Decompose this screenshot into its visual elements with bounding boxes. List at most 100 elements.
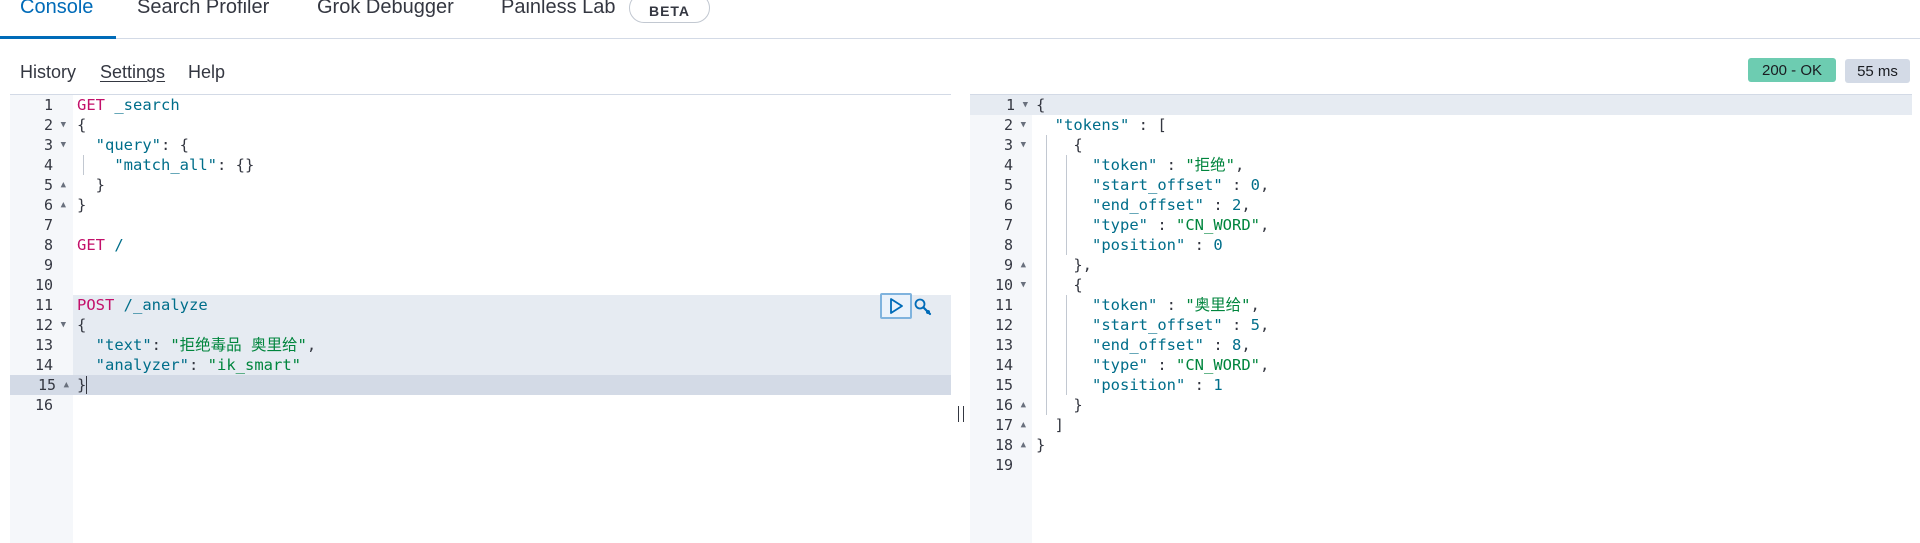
json-punctuation: :: [1157, 296, 1186, 314]
json-key: "end_offset": [1092, 336, 1204, 354]
line-number: 19: [994, 456, 1013, 474]
menu-history[interactable]: History: [20, 62, 76, 83]
json-key: "type": [1092, 356, 1148, 374]
json-key: "token": [1092, 296, 1158, 314]
line-number: 3: [43, 136, 53, 154]
json-key: "end_offset": [1092, 196, 1204, 214]
http-method: GET: [77, 236, 105, 254]
line-number: 5: [43, 176, 53, 194]
fold-close-icon[interactable]: ▲: [1021, 415, 1026, 435]
line-number: 2: [43, 116, 53, 134]
fold-open-icon[interactable]: ▼: [1021, 275, 1026, 295]
fold-open-icon[interactable]: ▼: [61, 135, 66, 155]
line-number: 4: [43, 156, 53, 174]
json-string: "拒绝毒品 奥里给": [170, 336, 307, 354]
json-number: 0: [1250, 176, 1260, 194]
json-punctuation: :: [1157, 156, 1186, 174]
line-number: 12: [994, 316, 1013, 334]
json-punctuation: ,: [1241, 196, 1251, 214]
json-number: 0: [1213, 236, 1223, 254]
line-number: 6: [43, 196, 53, 214]
line-number: 13: [994, 336, 1013, 354]
response-time-badge: 55 ms: [1845, 59, 1910, 83]
fold-open-icon[interactable]: ▼: [1021, 115, 1026, 135]
line-number: 3: [1003, 136, 1013, 154]
json-string: "ik_smart": [207, 356, 301, 374]
json-punctuation: ,: [1260, 176, 1270, 194]
json-punctuation: : {}: [216, 156, 255, 174]
fold-close-icon[interactable]: ▲: [61, 175, 66, 195]
json-punctuation: ,: [1260, 316, 1270, 334]
line-number: 12: [34, 316, 53, 334]
active-tab-underline: [0, 36, 116, 39]
request-code-area[interactable]: GET _search { "query": { "match_all": {}…: [73, 95, 951, 543]
json-key: "start_offset": [1092, 316, 1223, 334]
json-punctuation: :: [1203, 336, 1232, 354]
brace: }: [1036, 436, 1046, 454]
json-number: 8: [1231, 336, 1242, 354]
top-tabs: Console Search Profiler Grok Debugger Pa…: [0, 0, 1920, 39]
response-viewer[interactable]: 1 ▼ 2 ▼ 3 ▼ 4 5 6 7 8 9 ▲ 10 ▼ 11 12 13 14 15…: [970, 94, 1912, 543]
bracket: ]: [1054, 416, 1065, 434]
line-number: 16: [34, 396, 53, 414]
brace: }: [1073, 396, 1083, 414]
json-punctuation: :: [1185, 236, 1214, 254]
request-path: _search: [114, 96, 180, 114]
tab-painless-lab[interactable]: Painless Lab: [501, 0, 616, 19]
send-request-button[interactable]: [880, 293, 912, 319]
brace: {: [77, 316, 87, 334]
request-editor[interactable]: 1 2 ▼ 3 ▼ 4 5 ▲ 6 ▲ 7 8 9 10 11 12 ▼ 13 14 15…: [10, 94, 951, 543]
http-method: GET: [77, 96, 105, 114]
menu-help[interactable]: Help: [188, 62, 225, 83]
line-number: 7: [43, 216, 53, 234]
fold-open-icon[interactable]: ▼: [61, 315, 66, 335]
tab-grok-debugger[interactable]: Grok Debugger: [317, 0, 454, 19]
brace: {: [1073, 276, 1083, 294]
line-number: 2: [1003, 116, 1013, 134]
line-number: 18: [994, 436, 1013, 454]
line-number: 4: [1003, 156, 1013, 174]
json-key: "position": [1092, 376, 1186, 394]
brace: {: [1073, 136, 1083, 154]
play-icon: [890, 298, 903, 314]
json-string: "奥里给": [1185, 296, 1251, 314]
json-punctuation: : {: [161, 136, 189, 154]
json-key: "type": [1092, 216, 1148, 234]
json-key: "text": [95, 336, 152, 354]
pane-resize-handle[interactable]: [957, 404, 965, 424]
json-punctuation: :: [1148, 356, 1176, 374]
line-number: 15: [994, 376, 1013, 394]
json-punctuation: :: [1185, 376, 1214, 394]
json-punctuation: ,: [1260, 216, 1270, 234]
brace: },: [1073, 256, 1092, 274]
line-number: 5: [1003, 176, 1013, 194]
fold-open-icon[interactable]: ▼: [61, 115, 66, 135]
fold-open-icon[interactable]: ▼: [1023, 95, 1028, 115]
fold-close-icon[interactable]: ▲: [1021, 255, 1026, 275]
fold-close-icon[interactable]: ▲: [1021, 395, 1026, 415]
request-gutter: 1 2 ▼ 3 ▼ 4 5 ▲ 6 ▲ 7 8 9 10 11 12 ▼ 13 14 15…: [10, 95, 73, 543]
line-number: 10: [994, 276, 1013, 294]
request-options-button[interactable]: [911, 295, 935, 319]
json-punctuation: :: [151, 336, 171, 354]
fold-close-icon[interactable]: ▲: [1021, 435, 1026, 455]
fold-close-icon[interactable]: ▲: [61, 195, 66, 215]
response-code-area[interactable]: { "tokens" : [ { "token" : "拒绝", "start_…: [1032, 95, 1912, 543]
fold-close-icon[interactable]: ▲: [64, 375, 69, 395]
brace: }: [77, 196, 87, 214]
menu-settings[interactable]: Settings: [100, 62, 165, 83]
json-punctuation: :: [1222, 176, 1251, 194]
line-number: 14: [34, 356, 53, 374]
line-number: 11: [994, 296, 1013, 314]
brace: }: [95, 176, 106, 194]
json-number: 2: [1231, 196, 1242, 214]
json-punctuation: ,: [1235, 156, 1245, 174]
json-punctuation: : [: [1129, 116, 1167, 134]
tab-search-profiler[interactable]: Search Profiler: [137, 0, 269, 19]
line-number: 16: [994, 396, 1013, 414]
line-number: 17: [994, 416, 1013, 434]
fold-open-icon[interactable]: ▼: [1021, 135, 1026, 155]
line-number: 10: [34, 276, 53, 294]
tab-console[interactable]: Console: [20, 0, 93, 19]
current-line-highlight: [73, 375, 951, 395]
